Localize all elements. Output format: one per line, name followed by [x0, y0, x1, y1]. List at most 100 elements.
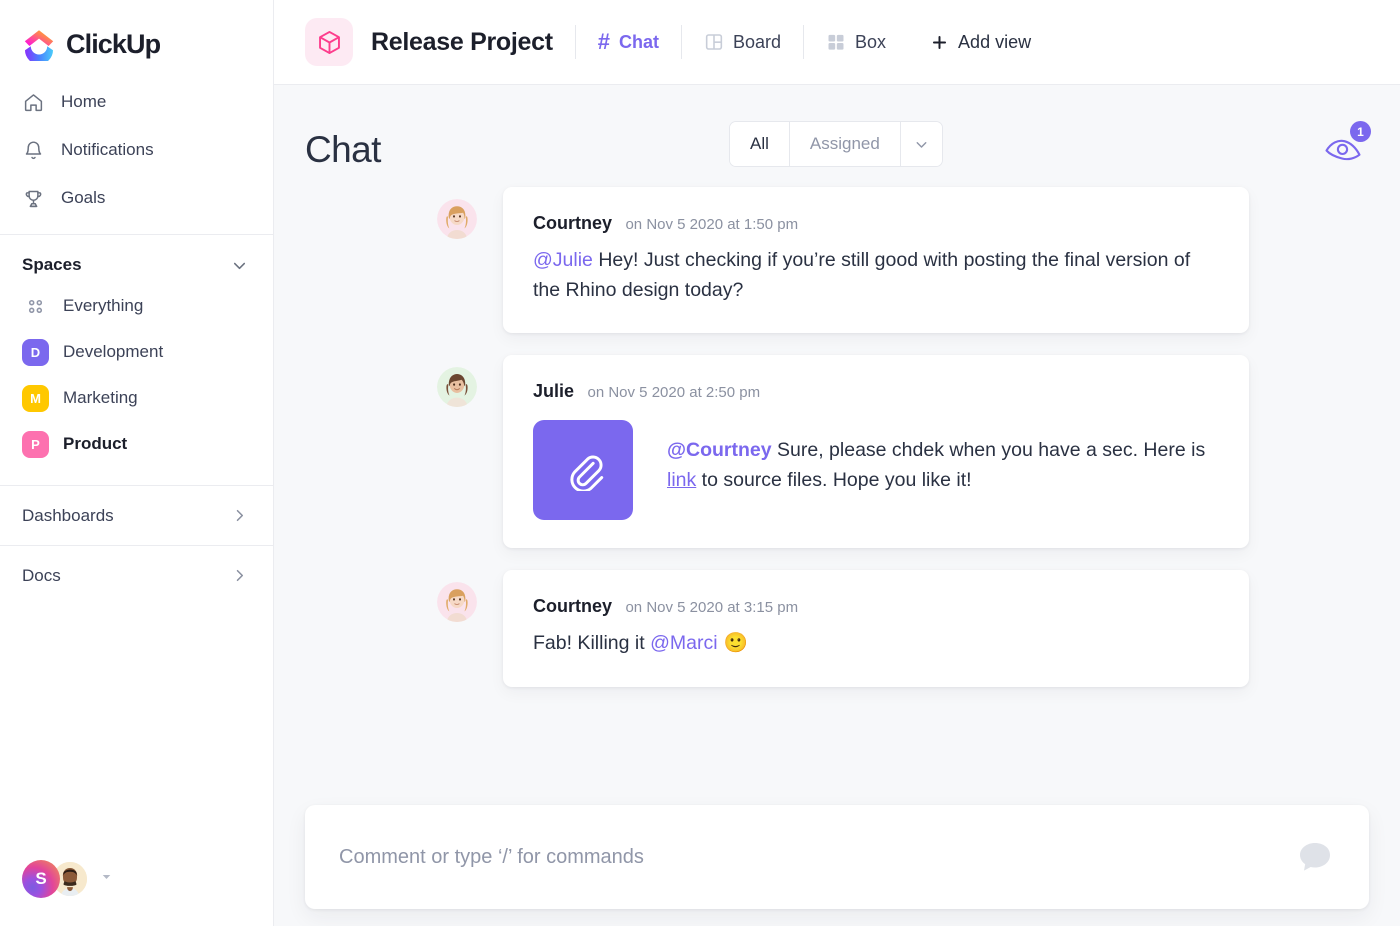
sidebar-item-label: Goals: [61, 188, 106, 207]
spaces-title: Spaces: [22, 255, 82, 274]
message-author: Courtney: [533, 596, 613, 617]
message-timestamp: on Nov 5 2020 at 1:50 pm: [625, 216, 799, 233]
comment-composer[interactable]: [305, 805, 1369, 909]
space-label: Product: [63, 434, 128, 453]
avatar[interactable]: [437, 199, 477, 239]
page-title: Release Project: [371, 27, 553, 56]
user-menu-caret-icon[interactable]: [99, 869, 114, 889]
comment-bubble-icon[interactable]: [1295, 837, 1335, 877]
section-label: Docs: [22, 565, 61, 585]
section-label: Dashboards: [22, 505, 114, 525]
chevron-right-icon: [230, 506, 249, 525]
grid-dots-icon: [22, 293, 49, 320]
space-label: Development: [63, 342, 164, 361]
sidebar-item-marketing[interactable]: M Marketing: [0, 375, 273, 421]
message-emoji: 🙂: [723, 632, 748, 655]
message-text: Fab! Killing it: [533, 632, 651, 655]
hash-icon: #: [597, 29, 610, 54]
space-initial: P: [31, 436, 40, 452]
board-icon: [704, 32, 724, 52]
spaces-header[interactable]: Spaces: [0, 235, 273, 283]
sidebar-item-development[interactable]: D Development: [0, 329, 273, 375]
message-timestamp: on Nov 5 2020 at 2:50 pm: [587, 384, 761, 402]
tab-board[interactable]: Board: [682, 18, 803, 66]
space-badge-product: P: [22, 430, 49, 458]
tab-label: Box: [855, 31, 887, 52]
workspace-avatar[interactable]: S: [22, 860, 60, 898]
box-grid-icon: [826, 32, 846, 52]
space-label: Everything: [63, 296, 144, 315]
message-item: Julie on Nov 5 2020 at 2:50 pm @Courtney…: [305, 355, 1369, 549]
space-badge-marketing: M: [22, 384, 49, 412]
courtney-avatar-image: [437, 582, 477, 623]
chat-title: Chat: [305, 128, 381, 170]
brand-name: ClickUp: [66, 28, 161, 59]
message-card: Courtney on Nov 5 2020 at 1:50 pm @Julie…: [503, 187, 1249, 334]
message-timestamp: on Nov 5 2020 at 3:15 pm: [625, 599, 799, 617]
message-text: Hey! Just checking if you’re still good …: [533, 249, 1191, 301]
message-item: Courtney on Nov 5 2020 at 3:15 pm Fab! K…: [305, 570, 1369, 687]
avatar[interactable]: [437, 367, 477, 408]
workspace-initial: S: [35, 869, 47, 888]
attachment-tile[interactable]: [533, 420, 633, 521]
space-initial: M: [30, 390, 41, 406]
add-view-button[interactable]: Add view: [908, 18, 1053, 66]
tab-box[interactable]: Box: [804, 18, 908, 66]
sidebar-item-everything[interactable]: Everything: [0, 283, 273, 329]
julie-avatar-image: [437, 367, 477, 408]
space-initial: D: [30, 344, 41, 360]
avatar[interactable]: [437, 582, 477, 623]
mention-julie[interactable]: @Julie: [533, 249, 593, 271]
filter-all-button[interactable]: All: [730, 122, 789, 166]
message-meta: Courtney on Nov 5 2020 at 3:15 pm: [533, 596, 1219, 617]
paperclip-icon: [562, 449, 604, 492]
sidebar-item-dashboards[interactable]: Dashboards: [0, 485, 273, 545]
tab-label: Board: [732, 31, 782, 52]
sidebar-item-docs[interactable]: Docs: [0, 545, 273, 605]
sidebar-item-product[interactable]: P Product: [0, 421, 273, 467]
tab-chat[interactable]: # Chat: [576, 18, 681, 66]
sidebar-item-label: Home: [61, 92, 107, 111]
message-body: @Courtney Sure, please chdek when you ha…: [667, 420, 1219, 495]
comment-input[interactable]: [339, 845, 1295, 869]
message-body: @Julie Hey! Just checking if you’re stil…: [533, 246, 1219, 305]
plus-icon: [930, 33, 949, 52]
message-text-after-link: to source files. Hope you like it!: [696, 468, 972, 491]
sidebar-item-goals[interactable]: Goals: [0, 174, 273, 222]
mention-marci[interactable]: @Marci: [650, 632, 717, 654]
message-item: Courtney on Nov 5 2020 at 1:50 pm @Julie…: [305, 187, 1369, 334]
watchers-button[interactable]: 1: [1323, 121, 1371, 165]
message-meta: Courtney on Nov 5 2020 at 1:50 pm: [533, 213, 1219, 234]
sidebar-item-label: Notifications: [61, 140, 154, 159]
mention-courtney[interactable]: @Courtney: [667, 439, 772, 461]
filter-dropdown-chevron-down-icon[interactable]: [899, 122, 942, 166]
message-attachment-row: @Courtney Sure, please chdek when you ha…: [533, 414, 1219, 521]
message-link[interactable]: link: [667, 469, 696, 491]
courtney-avatar-image: [437, 199, 477, 239]
primary-nav: Home Notifications Goals: [0, 78, 273, 222]
message-card: Courtney on Nov 5 2020 at 3:15 pm Fab! K…: [503, 570, 1249, 687]
trophy-icon: [22, 187, 44, 209]
message-author: Courtney: [533, 213, 613, 233]
filter-assigned-button[interactable]: Assigned: [789, 122, 900, 166]
message-card: Julie on Nov 5 2020 at 2:50 pm @Courtney…: [503, 355, 1249, 549]
space-badge-development: D: [22, 338, 49, 366]
cube-icon: [316, 29, 343, 56]
tab-label: Add view: [958, 31, 1032, 52]
filter-segmented-control: All Assigned: [729, 121, 943, 167]
message-text-before-link: Sure, please chdek when you have a sec. …: [771, 439, 1206, 462]
chevron-down-icon[interactable]: [230, 256, 249, 275]
message-meta: Julie on Nov 5 2020 at 2:50 pm: [533, 381, 1219, 402]
chat-content: Chat All Assigned 1 Courtney on Nov 5 20…: [274, 85, 1400, 926]
brand-logo[interactable]: ClickUp: [0, 0, 273, 66]
message-list: Courtney on Nov 5 2020 at 1:50 pm @Julie…: [305, 181, 1369, 687]
topbar: Release Project # Chat Board Box Add vie…: [274, 0, 1400, 85]
sidebar-item-notifications[interactable]: Notifications: [0, 126, 273, 174]
main-area: Release Project # Chat Board Box Add vie…: [274, 0, 1400, 926]
home-icon: [22, 91, 44, 113]
message-body: Fab! Killing it @Marci 🙂: [533, 629, 1219, 659]
sidebar-item-home[interactable]: Home: [0, 78, 273, 126]
user-menu[interactable]: S: [0, 860, 273, 926]
